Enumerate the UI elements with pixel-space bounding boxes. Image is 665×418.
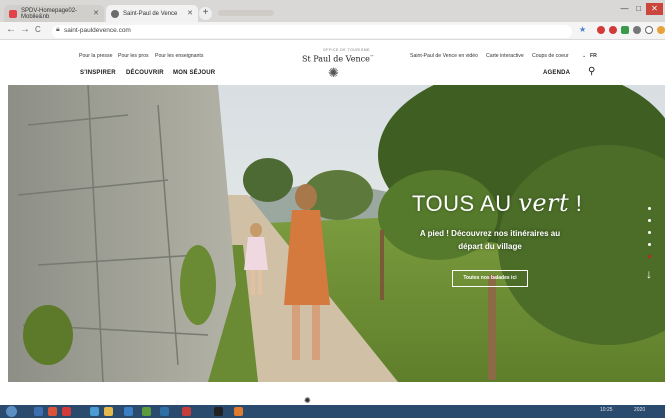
- browser-toolbar: ← → C 🔒︎ saint-pauldevence.com ★: [0, 22, 665, 40]
- tab-title: Saint-Paul de Vence: [123, 10, 178, 17]
- favicon-icon: [111, 9, 119, 18]
- taskbar-app-icon[interactable]: [234, 407, 243, 416]
- taskbar-app-icon[interactable]: [182, 407, 191, 416]
- logo-sun-icon: ✺: [304, 396, 311, 405]
- extension-icon[interactable]: [609, 26, 617, 34]
- taskbar-app-icon[interactable]: [142, 407, 151, 416]
- link-pros[interactable]: Pour les pros: [118, 53, 149, 59]
- maximize-button[interactable]: □: [632, 3, 645, 15]
- search-icon[interactable]: ⚲: [588, 66, 596, 77]
- windows-taskbar: 10:25 2020: [0, 405, 665, 418]
- profile-icon[interactable]: [645, 26, 653, 34]
- slider-dot[interactable]: [648, 219, 651, 222]
- bookmark-star-icon[interactable]: ★: [579, 25, 586, 34]
- slider-dot-active[interactable]: [648, 255, 651, 258]
- taskbar-date: 2020: [634, 407, 646, 413]
- hero-subtitle: A pied ! Découvrez nos itinéraires au dé…: [419, 229, 561, 251]
- logo-subtitle: OFFICE DE TOURISME: [323, 48, 370, 52]
- taskbar-app-icon[interactable]: [34, 407, 43, 416]
- browser-tab-strip: SPDV-Homepage02-Mobile&nb ✕ Saint-Paul d…: [0, 0, 665, 22]
- link-video[interactable]: Saint-Paul de Vence en vidéo: [410, 53, 478, 59]
- slider-dot[interactable]: [648, 243, 651, 246]
- hero-title-script: vert: [518, 189, 570, 217]
- forward-icon[interactable]: →: [20, 24, 30, 35]
- hero-title-suffix: !: [569, 191, 583, 216]
- extension-icon[interactable]: [657, 26, 665, 34]
- link-favorites[interactable]: Coups de coeur: [532, 53, 569, 59]
- language-selector[interactable]: FR: [590, 53, 597, 59]
- extension-icon[interactable]: [621, 26, 629, 34]
- browser-tab-saint-paul[interactable]: Saint-Paul de Vence ✕: [106, 5, 198, 22]
- slider-dot[interactable]: [648, 207, 651, 210]
- taskbar-time: 10:25: [600, 407, 613, 413]
- nav-agenda[interactable]: AGENDA: [543, 70, 570, 76]
- reload-icon[interactable]: C: [35, 25, 41, 34]
- language-dropdown-icon[interactable]: ⌄: [582, 53, 586, 59]
- taskbar-app-icon[interactable]: [124, 407, 133, 416]
- walks-cta-button[interactable]: Toutes nos balades ici: [452, 270, 528, 287]
- close-tab-icon[interactable]: ✕: [187, 9, 193, 17]
- taskbar-app-icon[interactable]: [90, 407, 99, 416]
- hero-title: TOUS AU vert !: [412, 189, 582, 217]
- link-press[interactable]: Pour la presse: [79, 53, 112, 59]
- url-text: saint-pauldevence.com: [64, 27, 131, 34]
- hero-title-prefix: TOUS AU: [412, 191, 519, 216]
- minimize-button[interactable]: —: [618, 3, 631, 15]
- logo-sun-icon: ✺: [328, 65, 339, 80]
- close-window-button[interactable]: ✕: [646, 3, 663, 15]
- nav-my-stay[interactable]: MON SÉJOUR: [173, 70, 215, 76]
- scroll-down-arrow-icon[interactable]: ↓: [646, 267, 652, 281]
- lock-icon: 🔒︎: [56, 26, 60, 33]
- tab-title: SPDV-Homepage02-Mobile&nb: [21, 7, 78, 20]
- link-teachers[interactable]: Pour les enseignants: [155, 53, 203, 59]
- hero-banner: TOUS AU vert ! A pied ! Découvrez nos it…: [8, 85, 665, 382]
- logo-name: St Paul de Vence: [302, 54, 370, 64]
- blurred-tab-placeholder: [218, 10, 274, 16]
- logo-trademark: ™: [369, 54, 374, 59]
- taskbar-app-icon[interactable]: [214, 407, 223, 416]
- taskbar-app-icon[interactable]: [62, 407, 71, 416]
- extension-icon[interactable]: [633, 26, 641, 34]
- address-bar[interactable]: 🔒︎ saint-pauldevence.com: [52, 25, 572, 38]
- link-interactive-map[interactable]: Carte interactive: [486, 53, 524, 59]
- browser-tab-homepage[interactable]: SPDV-Homepage02-Mobile&nb ✕: [4, 5, 104, 22]
- slider-dot[interactable]: [648, 231, 651, 234]
- extension-icon[interactable]: [597, 26, 605, 34]
- nav-discover[interactable]: DÉCOUVRIR: [126, 70, 164, 76]
- new-tab-button[interactable]: +: [199, 7, 212, 20]
- start-button[interactable]: [6, 406, 17, 417]
- favicon-icon: [9, 9, 17, 18]
- site-logo[interactable]: St Paul de Vence™: [302, 54, 374, 64]
- taskbar-app-icon[interactable]: [160, 407, 169, 416]
- taskbar-app-icon[interactable]: [104, 407, 113, 416]
- nav-inspire[interactable]: S'INSPIRER: [80, 70, 116, 76]
- back-icon[interactable]: ←: [6, 24, 16, 35]
- site-header: Pour la presse Pour les pros Pour les en…: [0, 40, 665, 85]
- close-tab-icon[interactable]: ✕: [93, 9, 99, 17]
- taskbar-app-icon[interactable]: [48, 407, 57, 416]
- below-hero-section: ✺: [0, 382, 665, 405]
